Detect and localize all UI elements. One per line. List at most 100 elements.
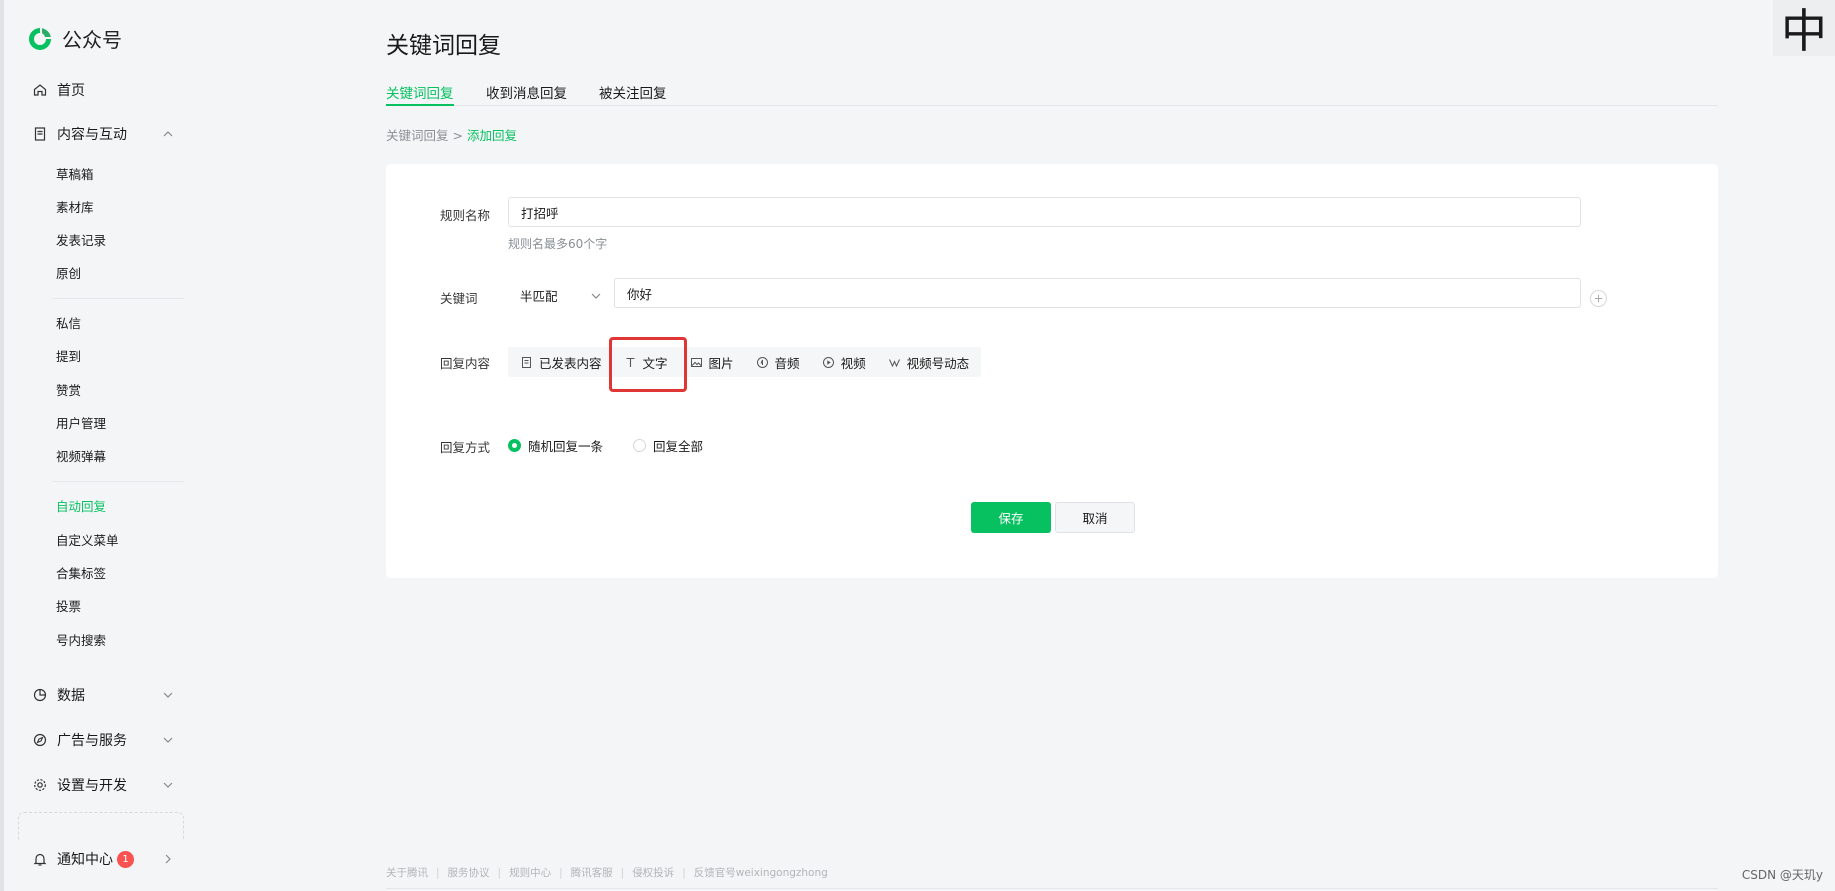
reply-type-label: 图片 [708, 355, 734, 371]
sidebar-item-mentions[interactable]: 提到 [56, 346, 81, 365]
nav-content-group[interactable]: 内容与互动 [32, 124, 174, 144]
compass-icon [32, 732, 48, 748]
reply-type-label: 已发表内容 [539, 355, 602, 371]
chevron-up-icon [163, 131, 173, 137]
reply-type-published[interactable]: 已发表内容 [520, 353, 602, 372]
radio-all-label[interactable]: 回复全部 [653, 436, 703, 455]
footer: 关于腾讯 | 服务协议 | 规则中心 | 腾讯客服 | 侵权投诉 | 反馈官号weixin… [386, 865, 828, 880]
nav-data[interactable]: 数据 [32, 685, 174, 705]
breadcrumb-current: 添加回复 [466, 128, 517, 143]
cancel-button[interactable]: 取消 [1055, 502, 1135, 533]
sidebar-item-original[interactable]: 原创 [56, 263, 81, 282]
watermark: CSDN @天玑y [1741, 868, 1823, 882]
sidebar-item-auto-reply[interactable]: 自动回复 [56, 496, 106, 515]
breadcrumb-separator: > [452, 128, 463, 143]
reply-type-label: 音频 [774, 355, 800, 371]
radio-random-label[interactable]: 随机回复一条 [528, 436, 603, 455]
sidebar-item-library[interactable]: 素材库 [56, 197, 94, 216]
add-keyword-button[interactable] [1590, 290, 1607, 307]
text-icon [626, 357, 635, 367]
nav-settings[interactable]: 设置与开发 [32, 775, 174, 795]
sidebar-item-collections[interactable]: 合集标签 [56, 563, 106, 582]
sidebar-item-search[interactable]: 号内搜索 [56, 630, 106, 649]
footer-link[interactable]: 关于腾讯 [386, 865, 428, 880]
breadcrumb-parent[interactable]: 关键词回复 [386, 128, 449, 143]
nav-settings-label: 设置与开发 [57, 778, 127, 794]
radio-all[interactable] [633, 439, 647, 452]
reply-form-card: 规则名称 打招呼 规则名最多60个字 关键词 半匹配 你好 回复内容 已发表内容… [386, 164, 1718, 578]
sidebar-dashed-panel [18, 812, 184, 840]
channels-icon [888, 358, 900, 367]
nav-content-label: 内容与互动 [57, 127, 127, 143]
chevron-down-icon [163, 692, 173, 698]
match-mode-value: 半匹配 [520, 288, 558, 304]
reply-type-label: 视频号动态 [906, 355, 970, 371]
save-button[interactable]: 保存 [971, 502, 1051, 533]
radio-random-selected[interactable] [508, 439, 521, 452]
reply-type-channels[interactable]: 视频号动态 [888, 353, 970, 372]
sidebar-edge [0, 0, 4, 891]
play-icon [822, 356, 834, 368]
reply-content-label: 回复内容 [440, 356, 491, 371]
gear-icon [32, 777, 48, 793]
tab-follow-reply[interactable]: 被关注回复 [599, 82, 667, 106]
rule-name-label: 规则名称 [440, 208, 491, 223]
nav-home-label: 首页 [57, 83, 85, 99]
nav-home[interactable]: 首页 [32, 80, 174, 100]
tab-keyword-reply[interactable]: 关键词回复 [386, 82, 454, 106]
audio-icon [756, 356, 768, 368]
footer-divider [386, 888, 1718, 889]
rule-name-input[interactable]: 打招呼 [508, 197, 1581, 227]
reply-mode-label: 回复方式 [440, 440, 491, 455]
chevron-down-icon [591, 293, 601, 299]
sidebar-divider [52, 481, 184, 482]
sidebar-item-messages[interactable]: 私信 [56, 313, 81, 332]
logo[interactable]: 公众号 [26, 24, 122, 53]
sidebar-divider [52, 298, 184, 299]
image-icon [690, 357, 702, 367]
sidebar-item-votes[interactable]: 投票 [56, 596, 81, 615]
keyword-input[interactable]: 你好 [614, 278, 1581, 308]
nav-notifications[interactable]: 通知中心 1 [32, 849, 174, 869]
reply-type-label: 文字 [642, 355, 668, 371]
wechat-mp-logo-icon [29, 27, 51, 50]
nav-ads-label: 广告与服务 [57, 733, 127, 749]
tab-message-reply[interactable]: 收到消息回复 [486, 82, 567, 106]
pie-chart-icon [32, 687, 48, 703]
plus-icon [1594, 294, 1603, 303]
breadcrumb: 关键词回复 > 添加回复 [386, 125, 517, 144]
sidebar-item-rewards[interactable]: 赞赏 [56, 380, 81, 399]
footer-link[interactable]: 腾讯客服 [571, 865, 613, 880]
footer-link[interactable]: 侵权投诉 [632, 865, 674, 880]
keyword-label: 关键词 [440, 291, 478, 306]
chevron-down-icon [163, 737, 173, 743]
reply-type-image[interactable]: 图片 [690, 353, 734, 372]
document-icon [522, 356, 531, 368]
reply-type-video[interactable]: 视频 [822, 353, 866, 372]
footer-link[interactable]: 服务协议 [448, 865, 490, 880]
notification-badge: 1 [117, 850, 134, 868]
bell-icon [32, 851, 48, 867]
footer-feedback[interactable]: 反馈官号weixingongzhong [694, 865, 828, 880]
sidebar-item-publish-history[interactable]: 发表记录 [56, 230, 106, 249]
reply-mode-group: 随机回复一条 回复全部 [508, 436, 703, 455]
rule-name-hint: 规则名最多60个字 [508, 237, 608, 251]
sidebar-item-drafts[interactable]: 草稿箱 [56, 164, 94, 183]
ime-indicator: 中 [1773, 0, 1835, 58]
app-name: 公众号 [62, 28, 122, 52]
reply-type-label: 视频 [840, 355, 866, 371]
home-icon [32, 82, 48, 98]
nav-ads[interactable]: 广告与服务 [32, 730, 174, 750]
match-mode-select[interactable]: 半匹配 [508, 280, 608, 310]
tab-bar: 关键词回复 收到消息回复 被关注回复 [386, 82, 1718, 106]
sidebar-item-users[interactable]: 用户管理 [56, 413, 106, 432]
nav-data-label: 数据 [57, 688, 85, 704]
reply-type-audio[interactable]: 音频 [756, 353, 800, 372]
page-title: 关键词回复 [386, 33, 501, 59]
footer-link[interactable]: 规则中心 [509, 865, 551, 880]
sidebar-item-custom-menu[interactable]: 自定义菜单 [56, 530, 119, 549]
sidebar-item-danmaku[interactable]: 视频弹幕 [56, 446, 106, 465]
sidebar: 公众号 首页 内容与互动 草稿箱 素材库 发表记录 原创 私信 提到 赞赏 用户… [0, 0, 192, 891]
reply-type-bar: 已发表内容 文字 图片 音频 视频 视频号动态 [508, 347, 982, 377]
reply-type-text[interactable]: 文字 [624, 353, 668, 372]
